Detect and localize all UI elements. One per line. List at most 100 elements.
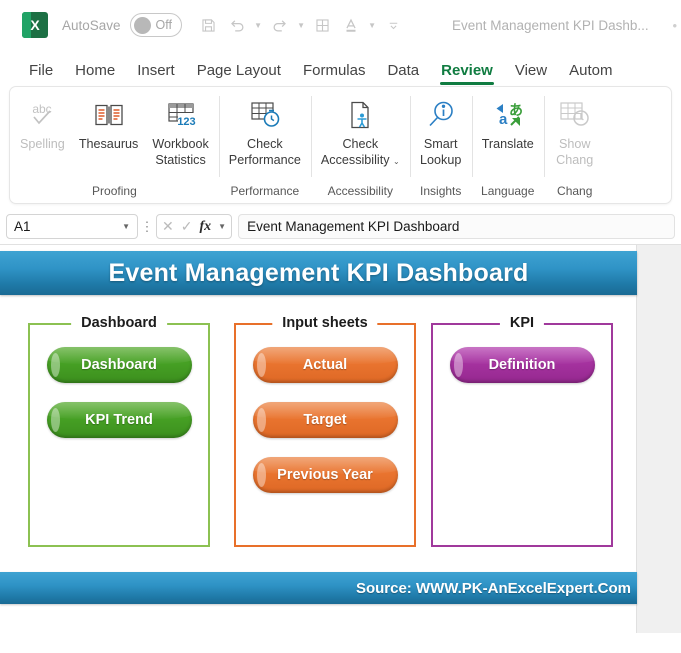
- ribbon-container: abc Spelling Thesaurus 123 Workbook Stat…: [0, 86, 681, 209]
- navigation-panels: Dashboard Dashboard KPI Trend Input shee…: [0, 303, 637, 565]
- insert-function-icon[interactable]: fx: [199, 219, 211, 235]
- undo-chevron-down-icon[interactable]: ▼: [252, 12, 265, 38]
- document-title[interactable]: Event Management KPI Dashb...: [452, 18, 649, 33]
- formula-bar-more-icon[interactable]: ⋮: [138, 220, 156, 233]
- ribbon-button-check-accessibility[interactable]: Check Accessibility ⌄: [314, 94, 407, 168]
- save-icon[interactable]: [196, 12, 222, 38]
- ribbon-label-smart-lookup: Smart Lookup: [420, 137, 462, 168]
- ribbon-button-spelling[interactable]: abc Spelling: [13, 94, 72, 152]
- title-overflow-dot-icon: •: [672, 17, 677, 33]
- svg-text:a: a: [499, 111, 508, 128]
- ribbon-group-label-performance: Performance: [230, 184, 300, 198]
- worksheet-area: Event Management KPI Dashboard Dashboard…: [0, 245, 681, 633]
- quick-access-toolbar: ▼ ▼ ▼: [196, 12, 407, 38]
- ribbon-label-spelling: Spelling: [20, 137, 65, 151]
- ribbon-group-label-changes: Chang: [557, 184, 593, 198]
- tab-review[interactable]: Review: [430, 62, 504, 86]
- ribbon-group-label-accessibility: Accessibility: [327, 184, 393, 198]
- autosave-toggle[interactable]: Off: [129, 13, 182, 37]
- autosave-toggle-knob: [133, 16, 151, 34]
- autosave-state-label: Off: [155, 18, 172, 32]
- tab-data[interactable]: Data: [376, 62, 430, 86]
- cancel-icon[interactable]: ✕: [162, 218, 174, 235]
- ribbon-button-check-performance[interactable]: Check Performance: [222, 94, 308, 168]
- ribbon-group-proofing: abc Spelling Thesaurus 123 Workbook Stat…: [10, 87, 219, 203]
- borders-icon[interactable]: [310, 12, 336, 38]
- tab-home[interactable]: Home: [64, 62, 126, 86]
- panel-input-sheets: Input sheets Actual Target Previous Year: [234, 316, 416, 547]
- nav-button-actual[interactable]: Actual: [252, 347, 398, 383]
- font-color-icon[interactable]: [338, 12, 364, 38]
- dashboard-title: Event Management KPI Dashboard: [108, 258, 529, 287]
- excel-logo-glyph: X: [30, 17, 40, 33]
- tab-view[interactable]: View: [504, 62, 558, 86]
- workbook-statistics-icon: 123: [165, 96, 197, 134]
- name-box[interactable]: A1 ▼: [6, 214, 138, 239]
- formula-input[interactable]: Event Management KPI Dashboard: [238, 214, 675, 239]
- tab-file[interactable]: File: [18, 62, 64, 86]
- ribbon-group-label-proofing: Proofing: [92, 184, 137, 198]
- thesaurus-book-icon: [93, 96, 125, 134]
- redo-chevron-down-icon[interactable]: ▼: [295, 12, 308, 38]
- name-box-chevron-down-icon[interactable]: ▼: [122, 222, 130, 231]
- show-changes-icon: [558, 96, 592, 134]
- name-box-value: A1: [14, 219, 31, 234]
- ribbon-group-insights: Smart Lookup Insights: [409, 87, 472, 203]
- panel-title-kpi: KPI: [499, 316, 545, 331]
- redo-icon[interactable]: [267, 12, 293, 38]
- ribbon-label-show-changes: Show Chang: [556, 137, 594, 168]
- nav-button-target[interactable]: Target: [252, 402, 398, 438]
- excel-logo-icon: X: [22, 12, 48, 38]
- enter-check-icon[interactable]: ✓: [181, 218, 193, 235]
- dashboard-footer: Source: WWW.PK-AnExcelExpert.Com: [0, 572, 637, 604]
- ribbon: abc Spelling Thesaurus 123 Workbook Stat…: [9, 86, 672, 204]
- ribbon-group-performance: Check Performance Performance: [218, 87, 311, 203]
- svg-text:abc: abc: [33, 102, 52, 116]
- tab-automate[interactable]: Autom: [558, 62, 623, 86]
- translate-icon: a あ: [492, 96, 524, 134]
- ribbon-label-translate: Translate: [481, 137, 534, 151]
- dashboard-banner: Event Management KPI Dashboard: [0, 251, 637, 295]
- formula-chevron-down-icon[interactable]: ▼: [218, 222, 226, 231]
- nav-button-dashboard[interactable]: Dashboard: [46, 347, 192, 383]
- check-accessibility-icon: [344, 96, 376, 134]
- ribbon-group-label-language: Language: [481, 184, 535, 198]
- tab-page-layout[interactable]: Page Layout: [186, 62, 292, 86]
- title-bar: X AutoSave Off ▼ ▼ ▼ Event Management KP…: [0, 0, 681, 50]
- svg-text:あ: あ: [509, 102, 523, 118]
- ribbon-label-workbook-statistics: Workbook Statistics: [152, 137, 209, 168]
- ribbon-button-thesaurus[interactable]: Thesaurus: [72, 94, 146, 152]
- nav-button-previous-year[interactable]: Previous Year: [252, 457, 398, 493]
- svg-text:123: 123: [177, 116, 195, 128]
- check-performance-icon: [248, 96, 282, 134]
- ribbon-label-thesaurus: Thesaurus: [78, 137, 139, 151]
- ribbon-button-show-changes[interactable]: Show Chang: [547, 94, 603, 168]
- autosave-label: AutoSave: [62, 17, 121, 33]
- ribbon-group-label-insights: Insights: [420, 184, 462, 198]
- source-credit: Source: WWW.PK-AnExcelExpert.Com: [355, 579, 631, 597]
- panel-buttons-kpi: Definition: [433, 347, 611, 383]
- undo-icon[interactable]: [224, 12, 250, 38]
- ribbon-button-translate[interactable]: a あ Translate: [475, 94, 541, 152]
- panel-kpi: KPI Definition: [431, 316, 613, 547]
- formula-bar-controls: ✕ ✓ fx ▼: [156, 214, 233, 239]
- chevron-down-icon[interactable]: ⌄: [393, 157, 400, 166]
- panel-dashboard: Dashboard Dashboard KPI Trend: [28, 316, 210, 547]
- ribbon-label-check-performance: Check Performance: [228, 137, 301, 168]
- ribbon-label-check-accessibility: Check Accessibility ⌄: [320, 137, 400, 168]
- panel-title-dashboard: Dashboard: [71, 316, 167, 331]
- ribbon-button-smart-lookup[interactable]: Smart Lookup: [413, 94, 469, 168]
- font-color-chevron-down-icon[interactable]: ▼: [366, 12, 379, 38]
- tab-insert[interactable]: Insert: [126, 62, 186, 86]
- spelling-abc-check-icon: abc: [25, 96, 59, 134]
- nav-button-definition[interactable]: Definition: [449, 347, 595, 383]
- nav-button-kpi-trend[interactable]: KPI Trend: [46, 402, 192, 438]
- panel-buttons-dashboard: Dashboard KPI Trend: [30, 347, 208, 438]
- panel-title-input-sheets: Input sheets: [272, 316, 378, 331]
- panel-buttons-input-sheets: Actual Target Previous Year: [236, 347, 414, 493]
- ribbon-group-language: a あ Translate Language: [471, 87, 544, 203]
- formula-bar: A1 ▼ ⋮ ✕ ✓ fx ▼ Event Management KPI Das…: [0, 209, 681, 245]
- tab-formulas[interactable]: Formulas: [292, 62, 377, 86]
- ribbon-button-workbook-statistics[interactable]: 123 Workbook Statistics: [145, 94, 215, 168]
- customize-quick-access-icon[interactable]: [381, 12, 407, 38]
